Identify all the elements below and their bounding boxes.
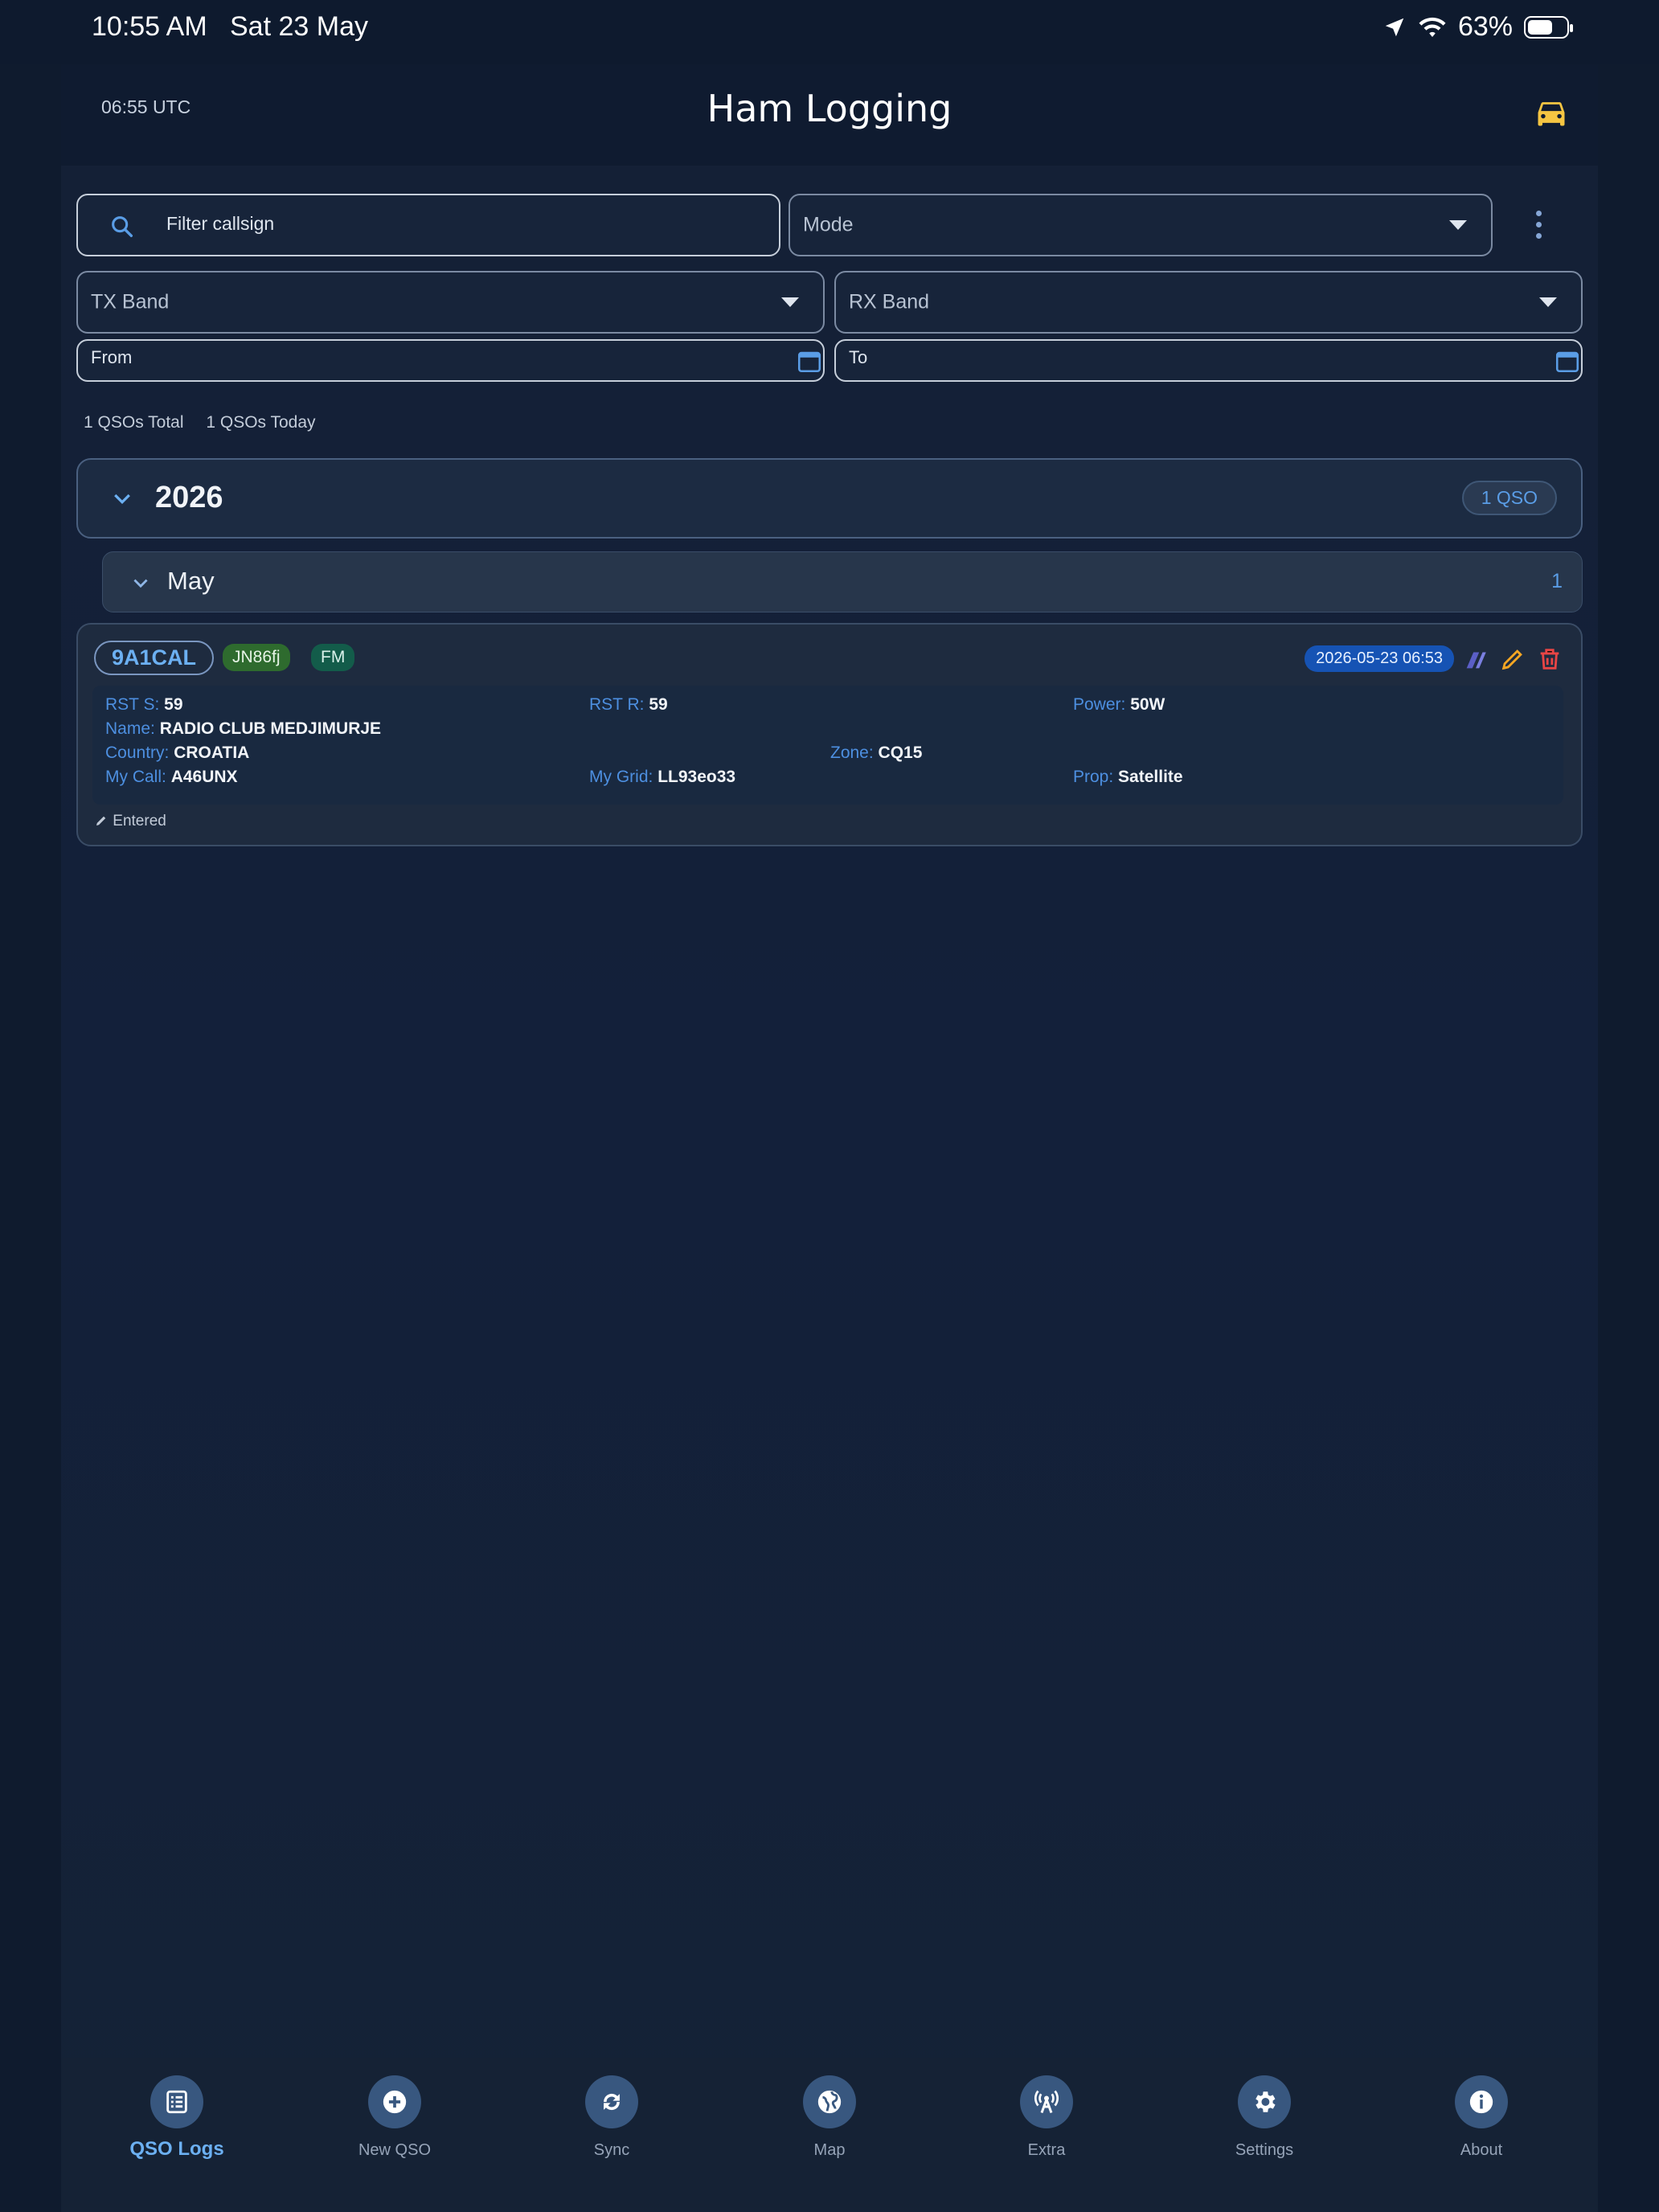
tab-label: Extra [1027,2141,1066,2159]
to-date-label: To [849,347,868,367]
my-grid: My Grid: LL93eo33 [589,768,736,786]
year-label: 2026 [155,481,223,514]
tab-sync[interactable]: Sync [539,2075,684,2160]
sync-icon [585,2075,638,2128]
month-count: 1 [1551,570,1563,592]
tx-band-label: TX Band [91,290,170,313]
location-arrow-icon [1385,18,1404,36]
app-header: 06:55 UTC Ham Logging [61,64,1598,166]
battery-percent: 63% [1457,11,1513,42]
rx-band-label: RX Band [849,290,930,313]
tab-label: New QSO [358,2141,432,2159]
station-name: Name: RADIO CLUB MEDJIMURJE [105,719,382,738]
power: Power: 50W [1073,695,1165,714]
tx-band-select[interactable]: TX Band [76,271,825,334]
rst-sent: RST S: 59 [105,695,183,714]
chevron-down-icon [114,494,130,505]
country: Country: CROATIA [105,743,250,762]
more-options-icon[interactable] [1534,211,1543,243]
edit-icon[interactable] [1499,645,1526,673]
month-label: May [167,567,215,595]
entry-source: Entered [94,813,166,830]
mode-chip: FM [311,644,355,671]
wifi-icon [1419,17,1446,37]
status-bar: 10:55 AM Sat 23 May 63% [0,0,1659,64]
list-icon [150,2075,203,2128]
tab-label: Sync [593,2141,630,2159]
tab-label: Map [813,2141,846,2159]
chevron-down-icon [781,297,799,307]
grid-chip: JN86fj [223,644,290,671]
tab-qso-logs[interactable]: QSO Logs [104,2075,249,2161]
car-icon[interactable] [1534,95,1569,130]
satellite-card-icon[interactable] [1462,645,1489,673]
search-icon [112,216,133,238]
tab-label: About [1460,2141,1503,2159]
antenna-icon [1020,2075,1073,2128]
calendar-icon[interactable] [796,347,823,375]
tab-label: Settings [1235,2141,1294,2159]
rst-received: RST R: 59 [589,695,668,714]
info-icon [1455,2075,1508,2128]
year-group-header[interactable]: 2026 1 QSO [76,458,1583,539]
clock-time: 10:55 AM [92,11,207,42]
tab-map[interactable]: Map [757,2075,902,2160]
rx-band-select[interactable]: RX Band [834,271,1583,334]
chevron-down-icon [1449,220,1467,230]
from-date-field[interactable]: From [76,339,825,382]
tab-about[interactable]: About [1409,2075,1554,2160]
qso-summary: 1 QSOs Total 1 QSOs Today [84,413,334,432]
bottom-tab-bar: QSO Logs New QSO Sync Map Extra Settings… [61,2058,1598,2212]
qso-details: RST S: 59 RST R: 59 Power: 50W Name: RAD… [92,686,1563,805]
callsign-badge[interactable]: 9A1CAL [94,641,215,675]
qso-today-count: 1 QSOs Today [206,413,316,432]
tab-new-qso[interactable]: New QSO [322,2075,467,2160]
from-date-label: From [91,347,133,367]
globe-icon [803,2075,856,2128]
gear-icon [1238,2075,1291,2128]
qso-card[interactable]: 9A1CAL JN86fj FM 2026-05-23 06:53 RST S:… [76,623,1583,846]
zone: Zone: CQ15 [830,743,923,762]
status-time: 10:55 AM Sat 23 May [92,11,368,43]
tab-extra[interactable]: Extra [974,2075,1119,2160]
calendar-icon[interactable] [1554,347,1581,375]
mode-select[interactable]: Mode [789,194,1493,256]
tab-label: QSO Logs [129,2138,224,2160]
to-date-field[interactable]: To [834,339,1583,382]
qso-total-count: 1 QSOs Total [84,413,184,432]
battery-icon [1524,15,1573,39]
year-qso-badge: 1 QSO [1461,481,1557,515]
entry-source-label: Entered [113,813,166,830]
status-indicators: 63% [1382,11,1573,43]
callsign-filter-placeholder: Filter callsign [166,213,275,234]
chevron-down-icon [1539,297,1557,307]
clock-date: Sat 23 May [230,11,368,42]
page-title: Ham Logging [707,87,952,130]
propagation: Prop: Satellite [1073,768,1183,786]
qso-datetime-badge: 2026-05-23 06:53 [1305,645,1454,672]
month-group-header[interactable]: May 1 [102,551,1583,612]
my-call: My Call: A46UNX [105,768,238,786]
mode-select-label: Mode [803,213,854,236]
pencil-icon [96,816,106,825]
chevron-down-icon [133,579,148,588]
delete-icon[interactable] [1536,645,1563,673]
tab-settings[interactable]: Settings [1192,2075,1337,2160]
callsign-filter-input[interactable]: Filter callsign [76,194,780,256]
plus-circle-icon [368,2075,421,2128]
